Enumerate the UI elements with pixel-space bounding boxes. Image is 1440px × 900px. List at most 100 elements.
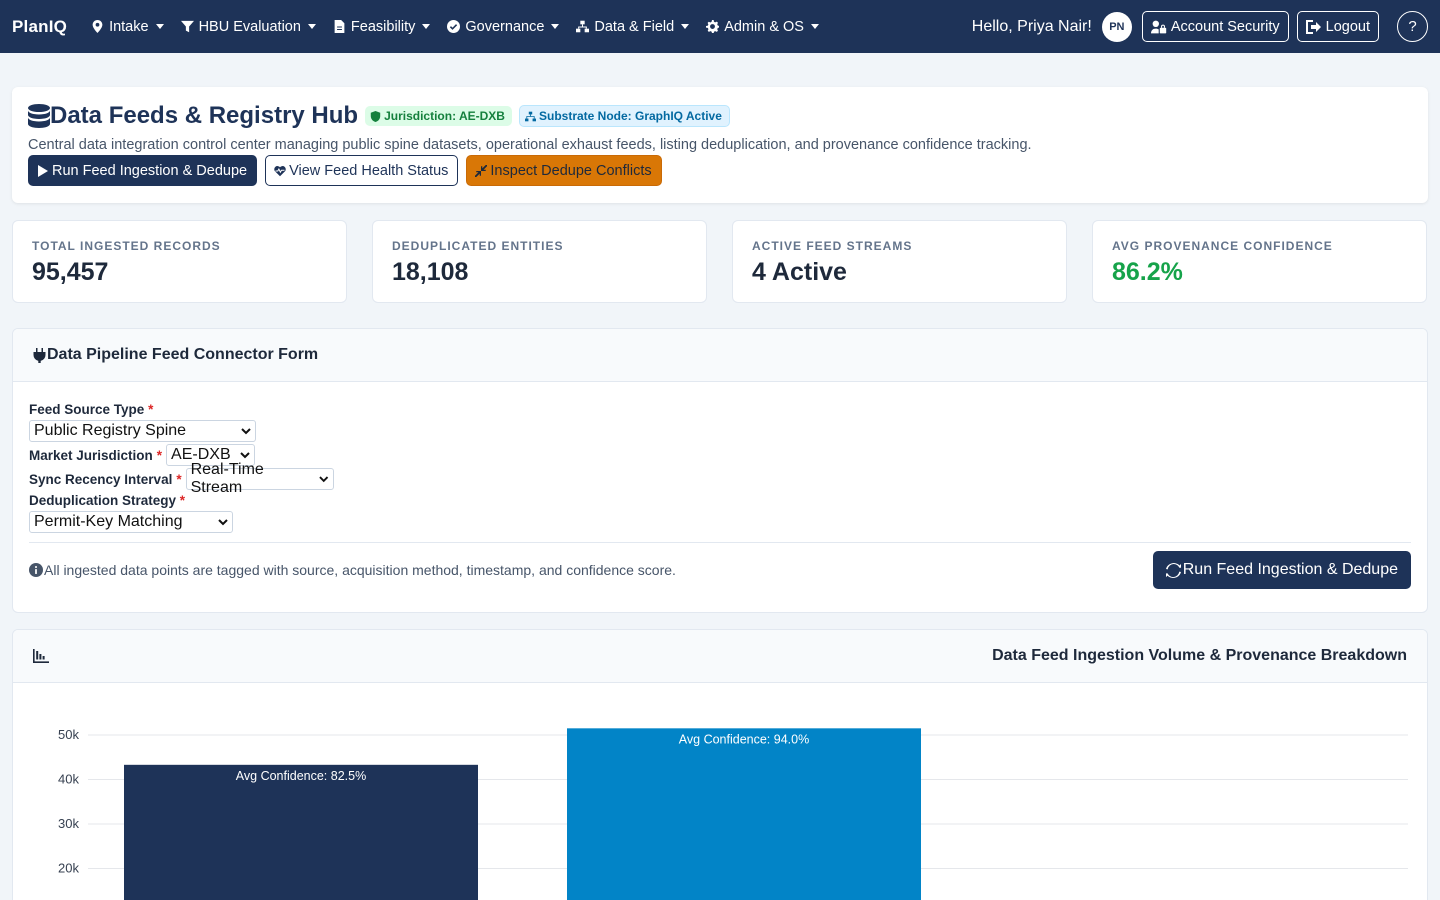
form-card-title: Data Pipeline Feed Connector Form (47, 346, 319, 363)
page-title: Data Feeds & Registry Hub (28, 102, 358, 130)
nav-item-feasibility[interactable]: Feasibility (333, 18, 431, 35)
chart-title: Data Feed Ingestion Volume & Provenance … (992, 647, 1407, 664)
chevron-down-icon (319, 476, 329, 483)
map-marker-icon (92, 20, 103, 33)
substrate-node-badge-label: Substrate Node: GraphIQ Active (538, 109, 722, 123)
avatar[interactable]: PN (1101, 11, 1132, 42)
top-navbar: PlanIQ Intake HBU Evaluation Feasibility… (0, 0, 1440, 53)
network-icon (524, 111, 536, 121)
help-button[interactable]: ? (1397, 11, 1428, 42)
bar-data-label: Avg Confidence: 94.0% (679, 732, 809, 746)
stat-value: 18,108 (392, 258, 469, 286)
feed-source-value: Public Registry Spine (34, 422, 187, 439)
form-body: Feed Source Type * Public Registry Spine… (13, 382, 1427, 589)
info-circle-icon (29, 563, 43, 577)
chevron-down-icon (218, 519, 228, 526)
dedupe-strategy-select[interactable]: Permit-Key Matching (29, 511, 233, 533)
submit-feed-ingestion-label: Run Feed Ingestion & Dedupe (1182, 561, 1398, 578)
view-feed-health-label: View Feed Health Status (289, 162, 449, 179)
play-icon (38, 164, 48, 177)
jurisdiction-badge-label: Jurisdiction: AE-DXB (384, 109, 505, 123)
sync-recency-label: Sync Recency Interval (29, 471, 173, 487)
sync-recency-value: Real-Time Stream (190, 461, 264, 496)
nav-menu: Intake HBU Evaluation Feasibility Govern… (91, 19, 819, 35)
page-description: Central data integration control center … (28, 137, 1032, 153)
sync-recency-field: Sync Recency Interval * Real-Time Stream (29, 461, 1411, 496)
user-greeting: Hello, Priya Nair! (971, 17, 1092, 35)
required-mark: * (179, 493, 186, 508)
chart-bar[interactable] (567, 728, 921, 900)
nav-item-governance[interactable]: Governance (447, 18, 560, 35)
user-lock-icon (1150, 20, 1167, 33)
caret-down-icon (155, 24, 164, 29)
stat-value: 95,457 (32, 258, 109, 286)
gear-icon (706, 20, 720, 33)
y-tick-label: 30k (58, 816, 79, 831)
stat-label: Avg Provenance Confidence (1112, 239, 1333, 253)
feed-source-select[interactable]: Public Registry Spine (29, 420, 256, 442)
stat-card-avg-provenance-confidence: Avg Provenance Confidence 86.2% (1092, 220, 1427, 303)
bar-data-label: Avg Confidence: 82.5% (236, 769, 366, 783)
jurisdiction-badge: Jurisdiction: AE-DXB (365, 106, 512, 126)
chevron-down-icon (240, 452, 250, 459)
nav-item-intake[interactable]: Intake (91, 19, 164, 35)
hero-actions: Run Feed Ingestion & Dedupe View Feed He… (28, 155, 1412, 186)
required-mark: * (156, 447, 163, 463)
logout-label: Logout (1325, 18, 1370, 35)
logout-button[interactable]: Logout (1296, 11, 1379, 42)
stat-value: 4 Active (752, 258, 847, 286)
form-card-header: Data Pipeline Feed Connector Form (13, 329, 1427, 382)
run-feed-ingestion-label: Run Feed Ingestion & Dedupe (52, 162, 248, 179)
shield-icon (370, 110, 381, 122)
ingestion-chart-card: Data Feed Ingestion Volume & Provenance … (12, 629, 1428, 900)
jurisdiction-label: Market Jurisdiction (29, 447, 153, 463)
page-header-card: Data Feeds & Registry Hub Jurisdiction: … (12, 87, 1428, 203)
stat-card-active-feed-streams: Active Feed Streams 4 Active (732, 220, 1067, 303)
inspect-dedupe-conflicts-button[interactable]: Inspect Dedupe Conflicts (466, 155, 662, 186)
caret-down-icon (307, 24, 316, 29)
check-circle-icon (447, 20, 461, 33)
database-icon (28, 104, 50, 128)
dedupe-strategy-label: Deduplication Strategy (29, 493, 177, 508)
nav-item-label: Governance (465, 18, 545, 35)
caret-down-icon (551, 24, 560, 29)
bar-chart-icon (33, 649, 49, 663)
nav-item-data-field[interactable]: Data & Field (576, 19, 690, 35)
submit-feed-ingestion-button[interactable]: Run Feed Ingestion & Dedupe (1152, 551, 1411, 589)
stat-label: Total Ingested Records (32, 239, 221, 253)
run-feed-ingestion-button[interactable]: Run Feed Ingestion & Dedupe (28, 155, 258, 186)
chart-bar[interactable] (124, 764, 478, 900)
feed-source-label: Feed Source Type (29, 402, 145, 417)
file-icon (334, 20, 345, 33)
page-title-text: Data Feeds & Registry Hub (50, 102, 359, 129)
stat-label: Deduplicated Entities (392, 239, 564, 253)
nav-user-area: Hello, Priya Nair! PN Account Security L… (972, 11, 1428, 42)
sitemap-icon (576, 20, 590, 33)
nav-item-hbu-evaluation[interactable]: HBU Evaluation (180, 18, 316, 35)
sign-out-icon (1305, 19, 1321, 34)
form-footer: All ingested data points are tagged with… (29, 543, 1411, 589)
y-tick-label: 50k (58, 727, 79, 742)
account-security-button[interactable]: Account Security (1141, 11, 1289, 42)
nav-item-label: Feasibility (350, 18, 416, 35)
brand-logo[interactable]: PlanIQ (12, 17, 67, 37)
view-feed-health-button[interactable]: View Feed Health Status (265, 155, 459, 186)
sync-recency-select[interactable]: Real-Time Stream (185, 461, 334, 496)
stat-card-total-ingested: Total Ingested Records 95,457 (12, 220, 347, 303)
ingestion-bar-chart: 20k 30k 40k 50k Avg Confidence: 82.5% Avg Con… (58, 727, 1408, 900)
inspect-dedupe-conflicts-label: Inspect Dedupe Conflicts (490, 162, 652, 179)
compress-arrows-icon (475, 164, 488, 177)
caret-down-icon (681, 24, 690, 29)
account-security-label: Account Security (1170, 18, 1280, 35)
provenance-note-text: All ingested data points are tagged with… (44, 562, 676, 578)
plug-icon (33, 347, 46, 363)
caret-down-icon (810, 24, 819, 29)
heart-pulse-icon (274, 165, 286, 176)
stat-value: 86.2% (1112, 258, 1183, 286)
y-tick-label: 20k (58, 861, 79, 876)
provenance-note: All ingested data points are tagged with… (29, 562, 676, 578)
required-mark: * (148, 402, 154, 417)
nav-item-admin-os[interactable]: Admin & OS (706, 19, 819, 35)
feed-connector-form-card: Data Pipeline Feed Connector Form Feed S… (12, 328, 1428, 613)
nav-item-label: HBU Evaluation (198, 18, 301, 35)
